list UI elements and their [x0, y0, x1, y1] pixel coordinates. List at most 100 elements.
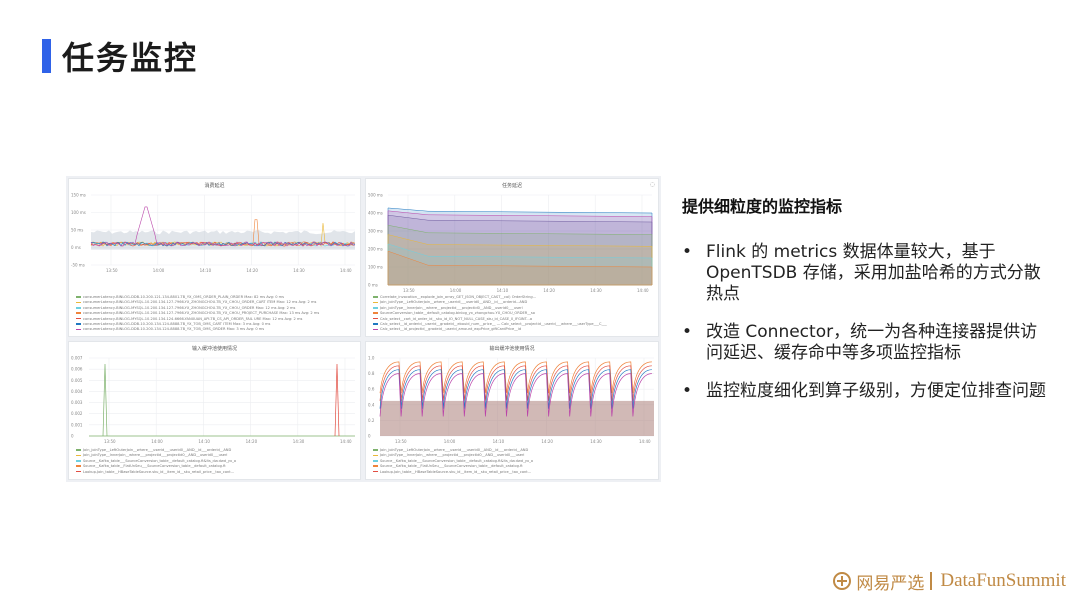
output-buffer-panel: 输出缓冲池使用情况 1.0 0.8 0.6 0.4 0.2 0 13:50 14:00 14:… — [365, 341, 659, 480]
brand-en-name: DataFunSummit — [940, 570, 1066, 591]
y-tick-label: 0.004 — [71, 389, 83, 394]
brand-separator — [930, 572, 933, 590]
y-tick-label: 500 ms — [368, 193, 383, 198]
y-tick-label: 0.003 — [71, 400, 83, 405]
x-tick-label: 14:00 — [444, 439, 456, 444]
legend-entry[interactable]: Lookup.Join_table__HBaseTableSource.sku_… — [76, 470, 356, 475]
x-tick-label: 14:20 — [541, 439, 553, 444]
x-tick-label: 14:30 — [590, 439, 602, 444]
x-tick-label: 14:00 — [153, 268, 165, 273]
legend-label: Calc_select__id_orderid__userid__gradeid… — [380, 322, 607, 327]
legend-label: consumerLatency-BINLOG-MYSQL-10.200.134.… — [83, 316, 303, 321]
legend-swatch — [373, 323, 378, 325]
input-buffer-spike — [102, 363, 108, 437]
x-tick-label: 13:50 — [403, 288, 415, 293]
panel-legend: Join_joinType__LeftOuterJoin__where___us… — [373, 448, 654, 475]
yanxuan-logo-icon — [833, 572, 852, 590]
bullet-item: • 监控粒度细化到算子级别，方便定位排查问题 — [682, 381, 1054, 402]
bullet-dot: • — [682, 381, 693, 401]
legend-entry[interactable]: Lookup.Join_table__HBaseTableSource.sku_… — [373, 470, 654, 475]
x-tick-label: 14:30 — [293, 268, 305, 273]
y-tick-label: 0 — [71, 434, 74, 439]
legend-label: Join_joinType__InnerJoin__where___projec… — [83, 453, 228, 458]
legend-swatch — [373, 317, 378, 320]
panel-legend: Join_joinType__LeftOuterJoin__where___us… — [76, 448, 356, 475]
legend-label: Join_joinType__LeftOuterJoin__where__use… — [380, 300, 528, 305]
x-tick-label: 14:10 — [493, 439, 505, 444]
legend-swatch — [76, 454, 81, 457]
latency-band — [91, 230, 355, 250]
x-tick-label: 14:00 — [151, 439, 163, 444]
x-tick-label: 14:10 — [497, 288, 509, 293]
title-accent-bar — [42, 39, 51, 73]
legend-entry[interactable]: consumerLatency-BINLOG-DDB-10.200.134.12… — [76, 327, 356, 332]
x-tick-label: 14:30 — [293, 439, 305, 444]
x-tick-label: 14:40 — [637, 288, 649, 293]
y-tick-label: 50 ms — [71, 228, 83, 233]
input-buffer-spike — [334, 363, 340, 437]
brand-cn-name: 网易严选 — [856, 573, 925, 594]
legend-swatch — [76, 465, 81, 467]
legend-label: Source__Kafka_table___SourceConversion_t… — [380, 458, 534, 463]
y-tick-label: 200 ms — [368, 247, 383, 252]
legend-swatch — [373, 312, 378, 314]
y-tick-label: 0.4 — [368, 402, 375, 407]
legend-swatch — [373, 460, 378, 462]
legend-label: Source__Kafka_table___SourceConversion_t… — [83, 458, 237, 463]
legend-swatch — [76, 328, 81, 331]
legend-label: Join_joinType__LeftOuterJoin__where___us… — [83, 448, 232, 452]
legend-swatch — [373, 328, 378, 331]
legend-label: SourceConversion_table__default_catalog.… — [380, 311, 535, 316]
legend-swatch — [373, 307, 378, 309]
legend-swatch — [76, 323, 81, 325]
consume-latency-panel: 消费延迟 150 ms 100 ms 50 ms 0 ms -50 ms 13:50 14… — [68, 178, 361, 337]
legend-label: consumerLatency-BINLOG-DDB-10.200.121.13… — [83, 295, 285, 299]
legend-swatch — [373, 465, 378, 467]
panel-legend: consumerLatency-BINLOG-DDB-10.200.121.13… — [76, 295, 356, 333]
legend-swatch — [76, 301, 81, 304]
input-buffer-graph: 0.007 0.006 0.005 0.004 0.003 0.002 0.001 0 13:… — [71, 356, 355, 444]
legend-label: consumerLatency-BINLOG-DDB-10.200.134.12… — [83, 327, 265, 332]
brand-footer: 网易严选 DataFunSummit — [833, 566, 1066, 596]
legend-label: Join_joinType__InnerJoin__where__project… — [380, 305, 523, 310]
legend-swatch — [373, 301, 378, 304]
legend-swatch — [373, 470, 378, 473]
x-tick-label: 14:20 — [246, 268, 258, 273]
task-latency-panel: 任务延迟 ◌ 500 ms 400 ms 300 ms 200 ms 100 ms 0 m… — [365, 178, 659, 337]
legend-entry[interactable]: Calc_select__id_projectid__gradeid__user… — [373, 327, 654, 332]
x-tick-label: 13:50 — [106, 268, 118, 273]
y-tick-label: -50 ms — [71, 263, 85, 268]
y-tick-label: 0.005 — [71, 378, 83, 383]
output-buffer-graph: 1.0 0.8 0.6 0.4 0.2 0 13:50 14:00 14:10 14:20 14:… — [368, 356, 654, 444]
legend-label: consumerLatency-BINLOG-MYSQL-10.200.134.… — [83, 305, 296, 310]
panel-legend: Correlate_invocation__explode_join_array… — [373, 295, 654, 333]
input-buffer-panel: 输入缓冲池使用情况 0.007 0.006 0.005 0.004 0.003 0.002… — [68, 341, 361, 480]
task-latency-graph: 500 ms 400 ms 300 ms 200 ms 100 ms 0 ms 13:50… — [368, 193, 653, 293]
legend-label: consumerLatency-BINLOG-DDB-10.200.134.12… — [83, 322, 271, 327]
x-tick-label: 14:40 — [340, 268, 352, 273]
bullet-text: 监控粒度细化到算子级别，方便定位排查问题 — [706, 381, 1046, 401]
x-tick-label: 14:10 — [200, 268, 212, 273]
y-tick-label: 0.8 — [368, 371, 375, 376]
y-tick-label: 0 ms — [368, 283, 378, 288]
y-tick-label: 150 ms — [71, 193, 86, 198]
legend-swatch — [76, 470, 81, 473]
legend-swatch — [76, 312, 81, 314]
legend-label: Calc_select__id_projectid__gradeid__user… — [380, 327, 522, 332]
legend-label: Correlate_invocation__explode_join_array… — [380, 295, 537, 299]
legend-swatch — [373, 454, 378, 457]
legend-swatch — [373, 296, 378, 298]
page-title: 任务监控 — [62, 39, 199, 77]
bullet-item: • 改造 Connector，统一为各种连接器提供访问延迟、缓存命中等多项监控指标 — [682, 322, 1054, 364]
legend-label: Source__Kafka_table__FlatUnSeu___SourceC… — [83, 464, 226, 469]
y-tick-label: 0.006 — [71, 367, 83, 372]
x-tick-label: 14:40 — [340, 439, 352, 444]
consume-latency-graph: 150 ms 100 ms 50 ms 0 ms -50 ms 13:50 14:00 14… — [71, 193, 356, 273]
y-tick-label: 300 ms — [368, 229, 383, 234]
bullet-list: • Flink 的 metrics 数据体量较大，基于 OpenTSDB 存储，采… — [682, 242, 1054, 419]
legend-label: consumerLatency-BINLOG-MYSQL-10.200.134.… — [83, 311, 320, 316]
y-tick-label: 0 ms — [71, 245, 81, 250]
y-tick-label: 1.0 — [368, 356, 375, 361]
legend-swatch — [76, 449, 81, 451]
legend-swatch — [76, 307, 81, 309]
